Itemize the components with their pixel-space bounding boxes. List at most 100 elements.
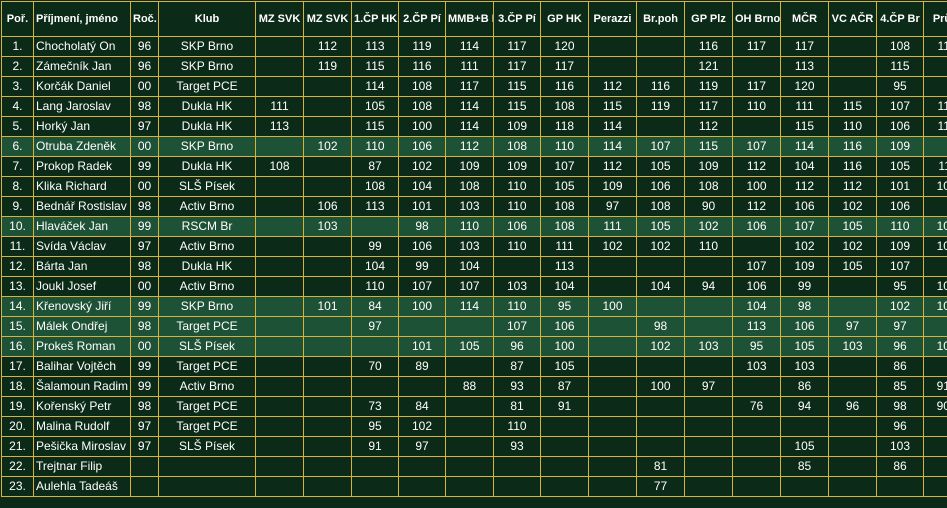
cell-oh-brno <box>733 377 781 397</box>
cell-name: Křenovský Jiří <box>34 297 131 317</box>
cell-name: Chocholatý On <box>34 37 131 57</box>
cell-rank: 13. <box>2 277 34 297</box>
cell-gp-hk: 108 <box>541 217 589 237</box>
cell-gp-hk: 118 <box>541 117 589 137</box>
cell-vc-acr <box>829 377 877 397</box>
cell-gp-hk: 100 <box>541 337 589 357</box>
cell-cp-pi-2: 104 <box>399 177 446 197</box>
cell-perazzi <box>589 417 637 437</box>
cell-oh-brno: 104 <box>733 297 781 317</box>
cell-vc-acr: 103 <box>829 337 877 357</box>
column-header-cp-hk-1: 1.ČP HK <box>352 2 399 37</box>
column-header-gp-hk: GP HK <box>541 2 589 37</box>
cell-rank: 8. <box>2 177 34 197</box>
cell-perazzi <box>589 377 637 397</box>
cell-mcr: 104 <box>781 157 829 177</box>
header-row: Poř.Příjmení, jménoRoč.KlubMZ SVKMZ SVK1… <box>2 2 947 37</box>
cell-mmb-bb: 103 <box>446 197 494 217</box>
cell-birth-year: 98 <box>131 257 159 277</box>
cell-oh-brno: 112 <box>733 157 781 177</box>
cell-cp-hk-1 <box>352 217 399 237</box>
cell-gp-hk: 120 <box>541 37 589 57</box>
cell-cp-pi-2: 100 <box>399 117 446 137</box>
results-table: Poř.Příjmení, jménoRoč.KlubMZ SVKMZ SVK1… <box>1 1 947 497</box>
cell-rank: 6. <box>2 137 34 157</box>
cell-vc-acr: 102 <box>829 197 877 217</box>
cell-br-poh: 81 <box>637 457 685 477</box>
cell-mcr: 99 <box>781 277 829 297</box>
cell-cp-hk-1: 110 <box>352 137 399 157</box>
cell-cp-hk-1: 104 <box>352 257 399 277</box>
cell-club: Target PCE <box>159 417 256 437</box>
cell-mz-svk-1 <box>256 437 304 457</box>
cell-gp-hk: 87 <box>541 377 589 397</box>
cell-mcr: 107 <box>781 217 829 237</box>
cell-average-6: 0 <box>924 437 947 457</box>
cell-mz-svk-2: 102 <box>304 137 352 157</box>
cell-cp-br-4: 110 <box>877 217 924 237</box>
cell-club <box>159 457 256 477</box>
cell-perazzi <box>589 57 637 77</box>
cell-cp-hk-1: 91 <box>352 437 399 457</box>
cell-name: Kořenský Petr <box>34 397 131 417</box>
cell-gp-plz <box>685 457 733 477</box>
cell-gp-plz: 119 <box>685 77 733 97</box>
cell-cp-pi-2: 108 <box>399 77 446 97</box>
cell-average-6: 117,5 <box>924 57 947 77</box>
cell-club: Dukla HK <box>159 97 256 117</box>
cell-rank: 23. <box>2 477 34 497</box>
cell-perazzi: 102 <box>589 237 637 257</box>
cell-average-6: 0 <box>924 417 947 437</box>
cell-rank: 22. <box>2 457 34 477</box>
cell-cp-hk-1: 70 <box>352 357 399 377</box>
cell-club: SKP Brno <box>159 57 256 77</box>
cell-mmb-bb: 105 <box>446 337 494 357</box>
cell-oh-brno: 76 <box>733 397 781 417</box>
cell-club: SLŠ Písek <box>159 177 256 197</box>
cell-rank: 3. <box>2 77 34 97</box>
cell-rank: 5. <box>2 117 34 137</box>
table-row: 4.Lang Jaroslav98Dukla HK111105108114115… <box>2 97 947 117</box>
cell-br-poh: 108 <box>637 197 685 217</box>
cell-cp-br-4: 85 <box>877 377 924 397</box>
cell-mmb-bb: 88 <box>446 377 494 397</box>
table-row: 14.Křenovský Jiří99SKP Brno1018410011411… <box>2 297 947 317</box>
cell-vc-acr <box>829 477 877 497</box>
cell-vc-acr <box>829 417 877 437</box>
cell-mmb-bb: 114 <box>446 97 494 117</box>
cell-rank: 4. <box>2 97 34 117</box>
cell-gp-plz: 108 <box>685 177 733 197</box>
cell-birth-year: 98 <box>131 397 159 417</box>
cell-gp-hk: 107 <box>541 157 589 177</box>
cell-perazzi: 115 <box>589 97 637 117</box>
cell-perazzi <box>589 357 637 377</box>
table-row: 1.Chocholatý On96SKP Brno112113119114117… <box>2 37 947 57</box>
cell-vc-acr: 97 <box>829 317 877 337</box>
cell-mz-svk-2 <box>304 237 352 257</box>
cell-gp-hk: 117 <box>541 57 589 77</box>
cell-name: Prokeš Roman <box>34 337 131 357</box>
cell-cp-pi-2: 106 <box>399 137 446 157</box>
cell-cp-hk-1: 108 <box>352 177 399 197</box>
cell-mcr: 115 <box>781 117 829 137</box>
cell-mz-svk-1 <box>256 457 304 477</box>
cell-br-poh: 106 <box>637 177 685 197</box>
cell-cp-hk-1 <box>352 457 399 477</box>
cell-oh-brno <box>733 117 781 137</box>
cell-br-poh: 107 <box>637 137 685 157</box>
cell-cp-hk-1: 99 <box>352 237 399 257</box>
cell-br-poh <box>637 297 685 317</box>
cell-mz-svk-2 <box>304 177 352 197</box>
cell-mmb-bb <box>446 457 494 477</box>
cell-cp-br-4: 86 <box>877 357 924 377</box>
cell-br-poh <box>637 57 685 77</box>
cell-name: Klika Richard <box>34 177 131 197</box>
cell-mz-svk-2 <box>304 457 352 477</box>
cell-mz-svk-1 <box>256 37 304 57</box>
cell-mmb-bb: 104 <box>446 257 494 277</box>
cell-birth-year: 99 <box>131 157 159 177</box>
cell-perazzi: 111 <box>589 217 637 237</box>
cell-name: Šalamoun Radim <box>34 377 131 397</box>
cell-mz-svk-1 <box>256 297 304 317</box>
cell-br-poh <box>637 417 685 437</box>
